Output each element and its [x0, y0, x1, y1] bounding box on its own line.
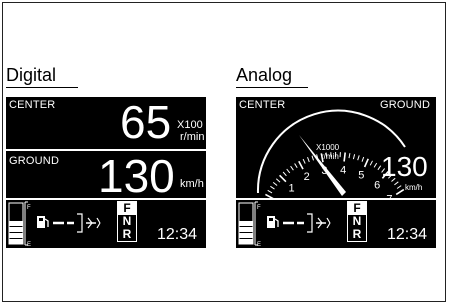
tachometer-minor-tick [302, 158, 306, 164]
tachometer-scale-label: 4 [340, 164, 346, 176]
tachometer-minor-tick [307, 157, 310, 163]
digital-center-label: CENTER [9, 99, 56, 111]
digital-clock: 12:34 [157, 226, 198, 243]
fuel-pump-icon [37, 216, 49, 228]
digital-display-panel: CENTER 65 X100 r/min GROUND 130 km/h F E [6, 97, 206, 248]
fuel-gauge-icon: F E [238, 201, 261, 248]
tachometer-minor-tick [352, 154, 356, 160]
digital-engine-unit: r/min [180, 131, 205, 143]
tachometer-minor-tick [267, 189, 273, 194]
tachometer-minor-tick [290, 165, 294, 171]
tachometer-major-tick [298, 160, 304, 170]
tachometer-minor-tick [311, 155, 314, 161]
analog-gear-indicator: F N R [347, 201, 367, 242]
digital-engine-speed-value: 65 [120, 97, 172, 148]
implement-hitch-icon [316, 217, 331, 229]
implement-hitch-icon [86, 217, 101, 229]
tachometer-minor-tick [369, 160, 373, 166]
tachometer-major-tick [279, 174, 287, 183]
digital-ground-unit: km/h [180, 178, 204, 190]
tachometer-unit: r/min [321, 152, 339, 161]
tachometer-minor-tick [270, 185, 275, 190]
tachometer-minor-tick [348, 153, 351, 159]
tachometer-scale-label: 6 [374, 179, 380, 191]
analog-ground-speed-value: 130 [381, 151, 428, 182]
tachometer-major-tick [395, 188, 405, 196]
tachometer-minor-tick [275, 178, 281, 183]
tachometer-minor-tick [294, 163, 298, 169]
tachometer-scale-label: 5 [358, 169, 364, 181]
digital-section-title: Digital [6, 65, 57, 85]
tachometer-minor-tick [396, 185, 402, 189]
analog-section-title: Analog [236, 65, 293, 85]
digital-title-underline [6, 87, 78, 88]
analog-clock: 12:34 [387, 226, 428, 243]
digital-ground-label: GROUND [9, 155, 60, 167]
tachometer-minor-tick [357, 155, 360, 161]
tachometer-minor-tick [373, 162, 378, 168]
fuel-pump-icon [267, 216, 279, 228]
analog-ground-unit: km/h [405, 183, 423, 192]
digital-status-icons: F E [8, 201, 101, 248]
fuel-empty-label: E [27, 242, 31, 248]
fuel-empty-label: E [257, 242, 261, 248]
pto-shaft-icon [283, 213, 313, 233]
tachometer-minor-tick [272, 182, 278, 186]
analog-status-icons: F E [238, 201, 331, 248]
tachometer-minor-tick [286, 168, 291, 174]
digital-engine-unit-multiplier: X100 [177, 119, 203, 131]
tachometer-minor-tick [394, 181, 399, 186]
tachometer-minor-tick [361, 156, 365, 162]
gear-reverse: R [122, 227, 132, 241]
tachometer-scale-label: 1 [289, 182, 295, 194]
fuel-gauge-icon: F E [8, 201, 31, 248]
analog-display-panel: CENTER GROUND 01234567 X1000 r/min 130 k… [236, 97, 436, 248]
digital-gear-indicator: F N R [117, 201, 137, 242]
tachometer-minor-tick [282, 171, 287, 177]
tachometer-major-tick [363, 158, 369, 168]
fuel-full-label: F [27, 205, 31, 211]
gear-reverse: R [352, 227, 362, 241]
tachometer-scale-label: 2 [304, 171, 310, 183]
tachometer-multiplier: X1000 [316, 143, 340, 152]
pto-shaft-icon [53, 213, 83, 233]
tachometer-major-tick [343, 152, 346, 162]
digital-ground-speed-value: 130 [98, 150, 175, 202]
analog-title-underline [236, 87, 308, 88]
fuel-full-label: F [257, 205, 261, 211]
